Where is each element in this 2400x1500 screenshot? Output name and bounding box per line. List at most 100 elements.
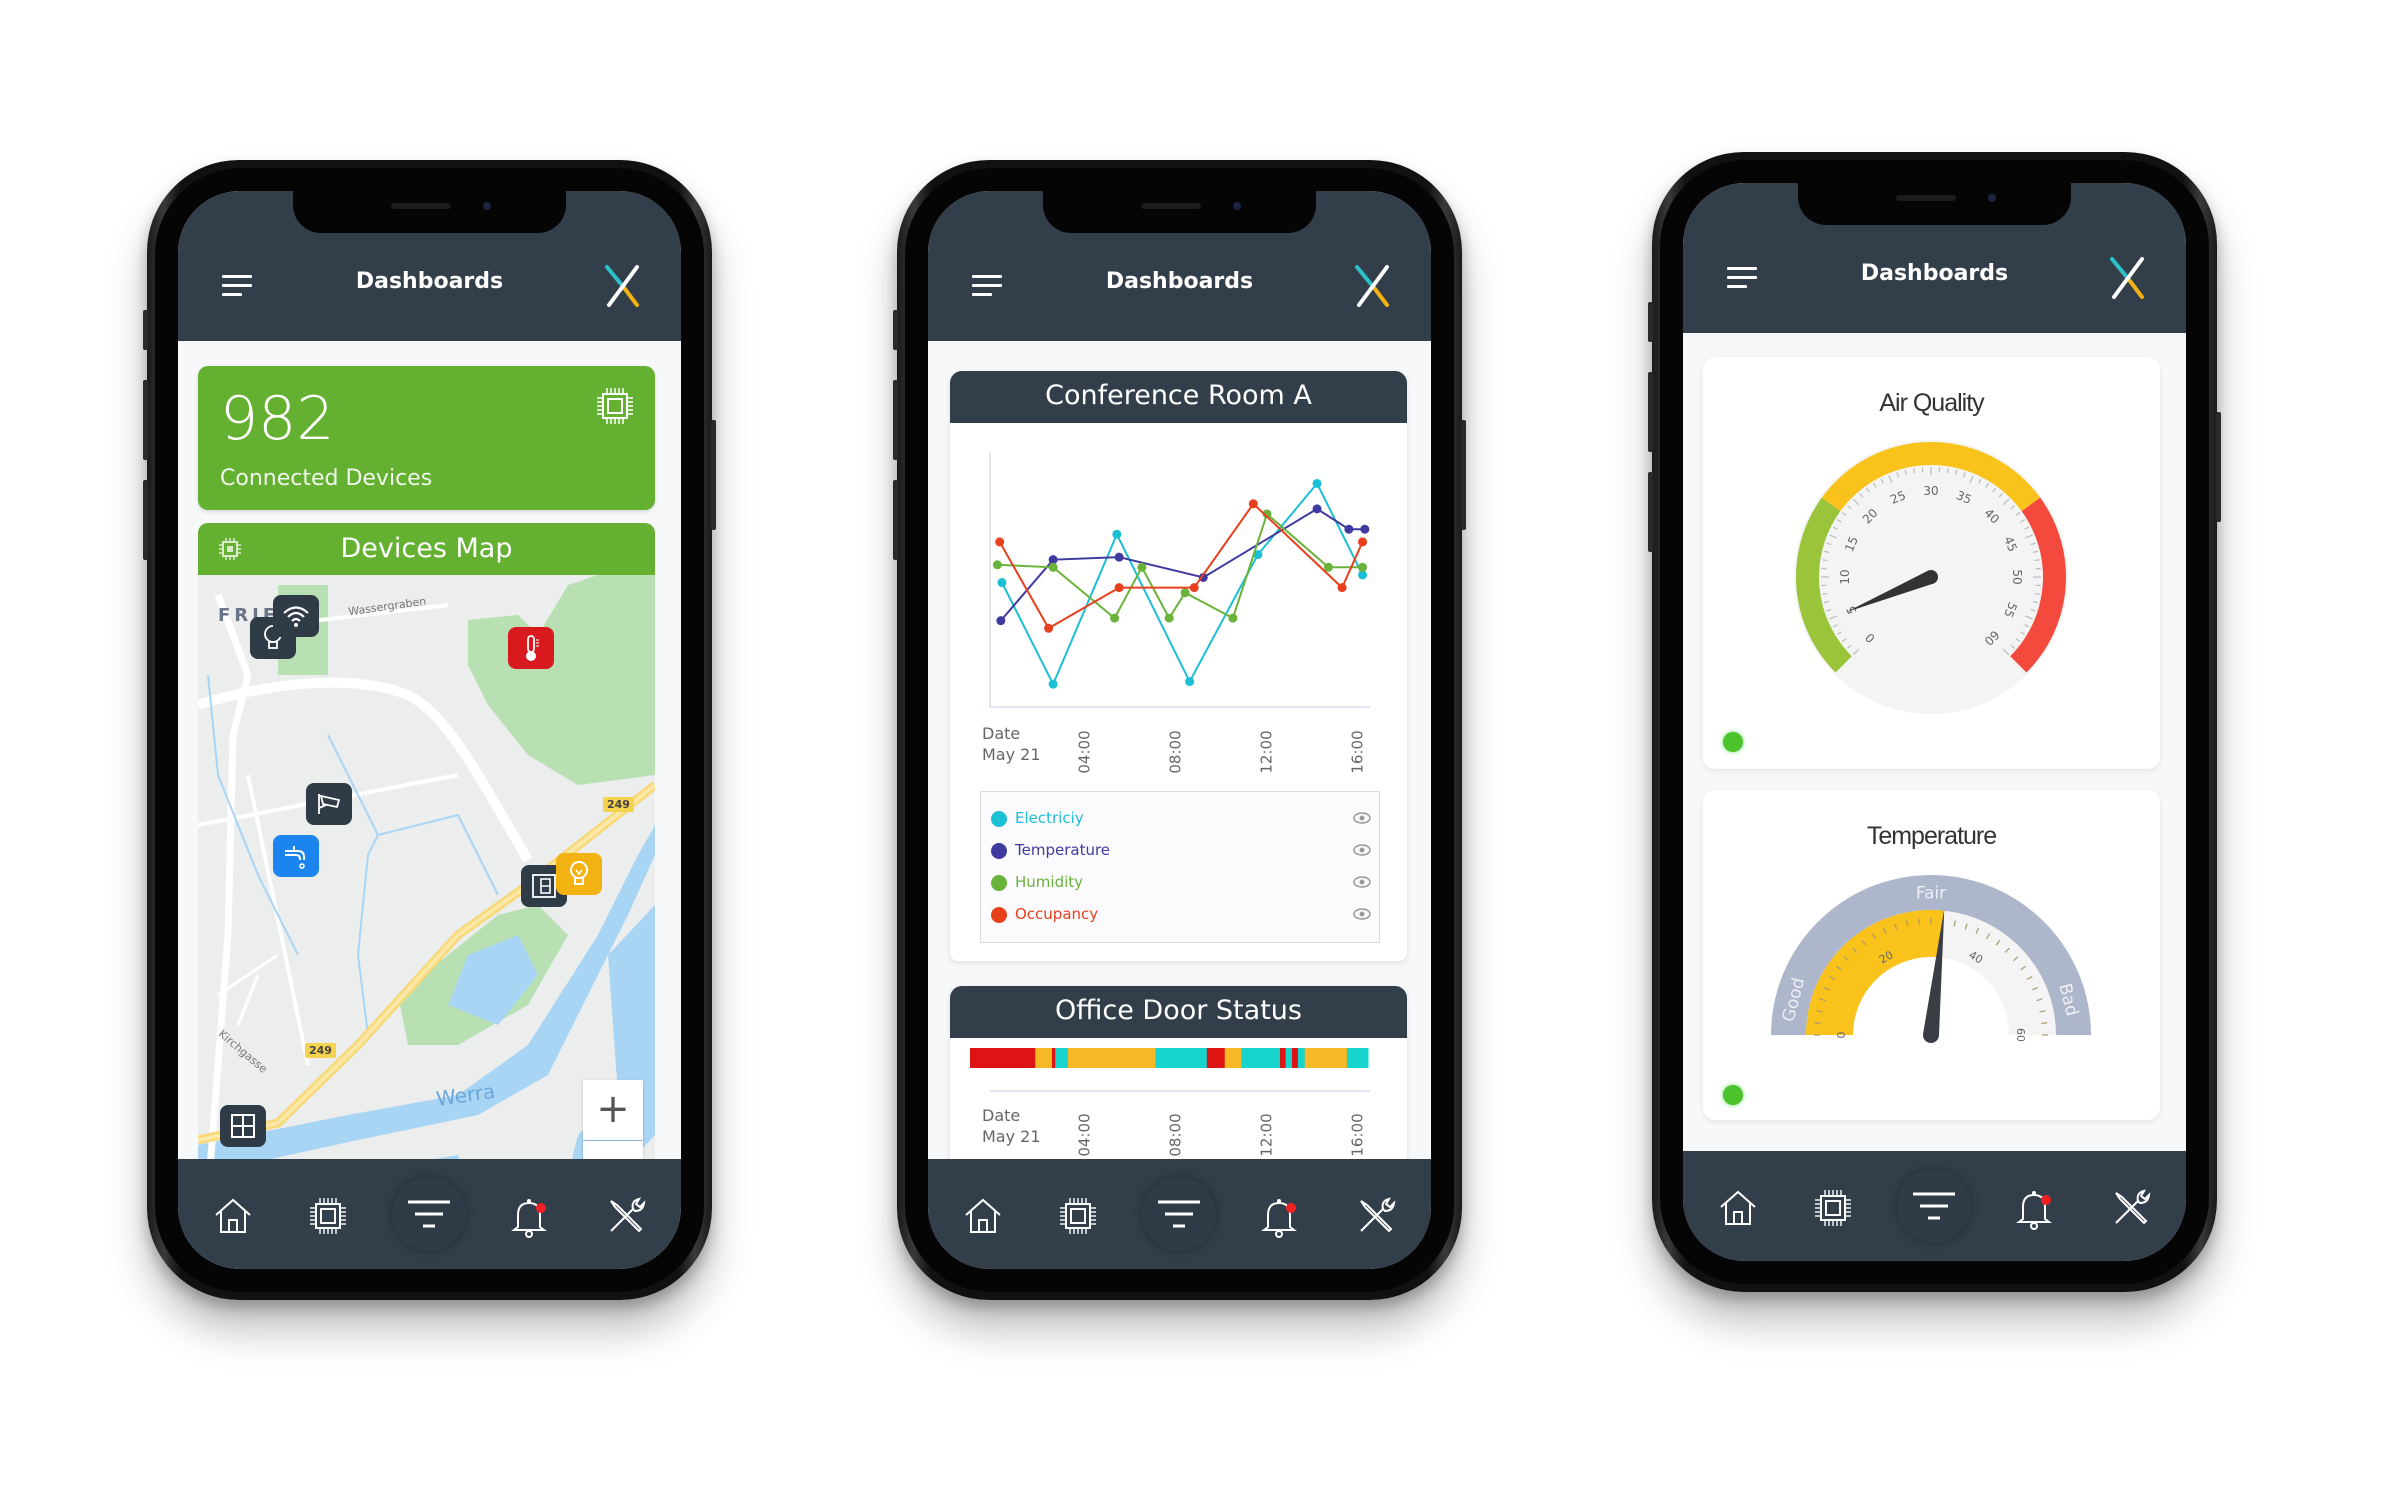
status-segment [1346,1048,1369,1068]
eye-icon[interactable] [1353,906,1371,922]
data-point [995,537,1005,547]
side-button [893,380,898,460]
x-logo-icon[interactable] [1353,263,1393,309]
data-point [1180,588,1190,598]
side-button [143,480,148,560]
phone-conference-room: Dashboards Conference Room A Date May 21… [893,160,1466,1300]
home-icon[interactable] [960,1193,1006,1239]
home-icon[interactable] [1715,1185,1761,1231]
chart-legend: Electriciy Temperature Humidity Occupanc… [980,791,1380,943]
zoom-in-button[interactable]: + [583,1080,643,1140]
map-view[interactable]: FRIE Wassergraben Kirchgasse Werra 249 2… [198,575,655,1161]
map-pin-window[interactable] [220,1105,266,1147]
devices-map-title: Devices Map [340,533,513,564]
map-pin-lightbulb[interactable] [556,853,602,895]
bottom-nav [928,1159,1431,1269]
status-segment [1241,1048,1281,1068]
office-door-card: Office Door Status Date May 21 04:00 08:0… [950,986,1407,1161]
side-button [711,420,716,530]
chip-icon[interactable] [305,1193,351,1239]
gauge-tick [1918,918,1920,925]
legend-label: Electriciy [1015,809,1084,827]
data-point [1337,583,1347,593]
connected-devices-card[interactable]: 982 Connected Devices [198,366,655,510]
gauge-tick [1946,468,1949,474]
notifications-button[interactable] [1256,1193,1302,1239]
map-pin-wifi[interactable] [273,595,319,637]
door-status-chart [970,1048,1370,1092]
tools-icon[interactable] [603,1193,649,1239]
side-button [893,310,898,350]
legend-dot [991,875,1007,891]
camera-icon [318,794,341,814]
home-icon[interactable] [210,1193,256,1239]
notifications-button[interactable] [2011,1185,2057,1231]
data-point [992,560,1002,570]
data-point [1114,583,1124,593]
legend-label: Occupancy [1015,905,1099,923]
status-segment [1304,1048,1348,1068]
notifications-button[interactable] [506,1193,552,1239]
eye-icon[interactable] [1353,842,1371,858]
x-tick-label: 08:00 [1166,730,1185,774]
data-point [1114,552,1124,562]
legend-dot [991,907,1007,923]
filter-button[interactable] [1142,1177,1216,1251]
x-tick-label: 04:00 [1075,1113,1094,1157]
lightbulb-icon [570,861,588,885]
connected-devices-label: Connected Devices [220,466,433,491]
side-button [143,310,148,350]
air-quality-gauge: 051015202530354045505560 [1794,440,2068,714]
filter-button[interactable] [392,1177,466,1251]
bell-icon [511,1199,547,1238]
gauge-tick [2034,559,2040,562]
filter-button[interactable] [1897,1169,1971,1243]
x-tick-label: 16:00 [1348,730,1367,774]
chip-icon[interactable] [1810,1185,1856,1231]
map-pin-camera[interactable] [306,783,352,825]
eye-icon[interactable] [1353,874,1371,890]
eye-icon[interactable] [1353,810,1371,826]
chip-icon[interactable] [1055,1193,1101,1239]
office-door-title: Office Door Status [950,986,1407,1038]
status-segment [1055,1048,1069,1068]
bell-icon [2016,1191,2052,1230]
x-axis-date-value: May 21 [982,745,1041,764]
side-button [1461,420,1466,530]
data-point [1137,562,1147,572]
x-tick-label: 12:00 [1257,1113,1276,1157]
notch [293,191,566,233]
map-pin-thermometer[interactable] [508,627,554,669]
legend-item-temperature[interactable]: Temperature [991,838,1371,864]
data-point [1110,613,1120,623]
status-segment [1224,1048,1242,1068]
data-point [1344,524,1354,534]
phone-devices-map: Dashboards 982 Connected Devices Devices… [143,160,716,1300]
gauge-tick-label: 50 [2010,569,2024,584]
status-indicator [1723,732,1743,752]
thermometer-icon [526,635,539,661]
content: Air Quality 051015202530354045505560 Tem… [1683,333,2186,1153]
gauge-tick [1822,592,1828,595]
status-segment [1280,1048,1287,1068]
tools-icon[interactable] [1353,1193,1399,1239]
phone-gauges: Dashboards Air Quality 05101520253035404… [1648,152,2221,1292]
data-point [1228,613,1238,623]
side-button [1648,472,1653,552]
x-logo-icon[interactable] [603,263,643,309]
legend-item-electricity[interactable]: Electriciy [991,806,1371,832]
data-point [996,616,1006,626]
content: 982 Connected Devices Devices Map FRIE W… [178,341,681,1161]
legend-item-humidity[interactable]: Humidity [991,870,1371,896]
temperature-gauge: 020 4060GoodFairBad [1771,875,2091,1043]
tools-icon[interactable] [2108,1185,2154,1231]
gauge-tick [2034,592,2040,595]
x-logo-icon[interactable] [2108,255,2148,301]
data-point [1360,524,1370,534]
window-icon [231,1114,255,1138]
zoom-out-button[interactable]: − [583,1141,643,1161]
legend-item-occupancy[interactable]: Occupancy [991,902,1371,928]
map-pin-faucet[interactable] [273,835,319,877]
side-button [1648,372,1653,452]
gauge-tick-label: 60 [2014,1028,2027,1042]
